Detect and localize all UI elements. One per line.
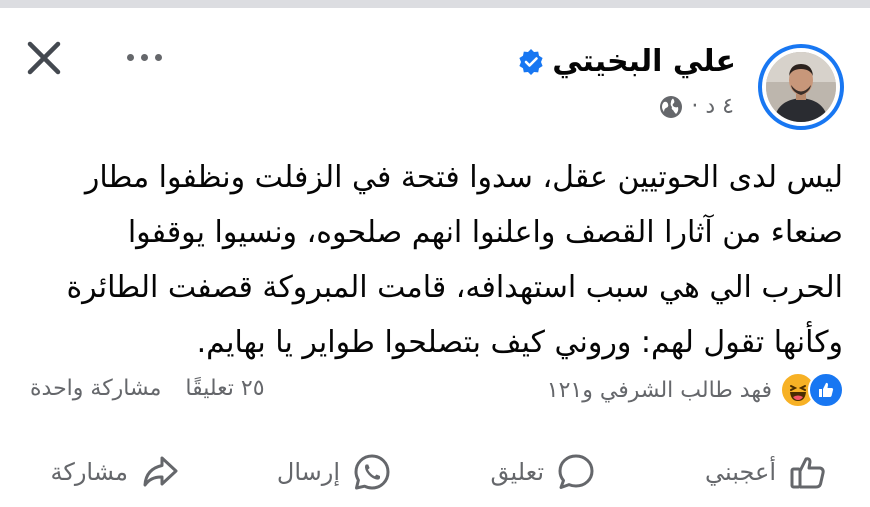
- avatar-image: [766, 52, 836, 122]
- like-reaction-icon: [808, 372, 844, 408]
- verified-badge-icon: [519, 49, 543, 75]
- like-label: أعجبني: [705, 458, 776, 486]
- post-time[interactable]: ٤ د ·: [691, 94, 734, 120]
- share-icon: [143, 456, 178, 487]
- like-icon: [790, 457, 825, 489]
- post-actions: أعجبني تعليق إرسال مشاركة: [0, 440, 870, 500]
- comment-button[interactable]: تعليق: [491, 450, 596, 494]
- comment-icon: [558, 454, 594, 489]
- share-label: مشاركة: [50, 458, 128, 486]
- shares-count[interactable]: مشاركة واحدة: [30, 376, 161, 401]
- post-header: علي البخيتي ٤ د ·: [0, 8, 870, 138]
- more-icon: [126, 53, 134, 61]
- reactors-names[interactable]: فهد طالب الشرفي و١٢١: [547, 378, 772, 403]
- send-button[interactable]: إرسال: [277, 450, 392, 494]
- reactions-summary[interactable]: فهد طالب الشرفي و١٢١: [547, 372, 844, 408]
- post-meta: ٤ د ·: [659, 94, 734, 120]
- more-options-button[interactable]: [118, 40, 170, 74]
- top-strip: [0, 0, 870, 8]
- more-icon-dot: [140, 53, 148, 61]
- like-button[interactable]: أعجبني: [705, 450, 828, 494]
- more-icon-dot: [154, 53, 162, 61]
- share-button[interactable]: مشاركة: [51, 450, 180, 494]
- post-stats: فهد طالب الشرفي و١٢١ ٢٥ تعليقًا مشاركة و…: [0, 368, 870, 414]
- engagement-counts: ٢٥ تعليقًا مشاركة واحدة: [30, 376, 265, 401]
- comment-label: تعليق: [490, 458, 544, 486]
- comments-count[interactable]: ٢٥ تعليقًا: [185, 376, 264, 401]
- globe-icon: [660, 96, 683, 118]
- close-button[interactable]: [22, 36, 66, 80]
- author-avatar[interactable]: [758, 44, 844, 130]
- author-row: علي البخيتي: [518, 44, 736, 80]
- close-icon: [27, 41, 61, 75]
- send-label: إرسال: [276, 458, 340, 486]
- whatsapp-icon: [354, 454, 390, 490]
- post-body-text: ليس لدى الحوتيين عقل، سدوا فتحة في الزفل…: [66, 160, 843, 360]
- author-name[interactable]: علي البخيتي: [552, 44, 736, 80]
